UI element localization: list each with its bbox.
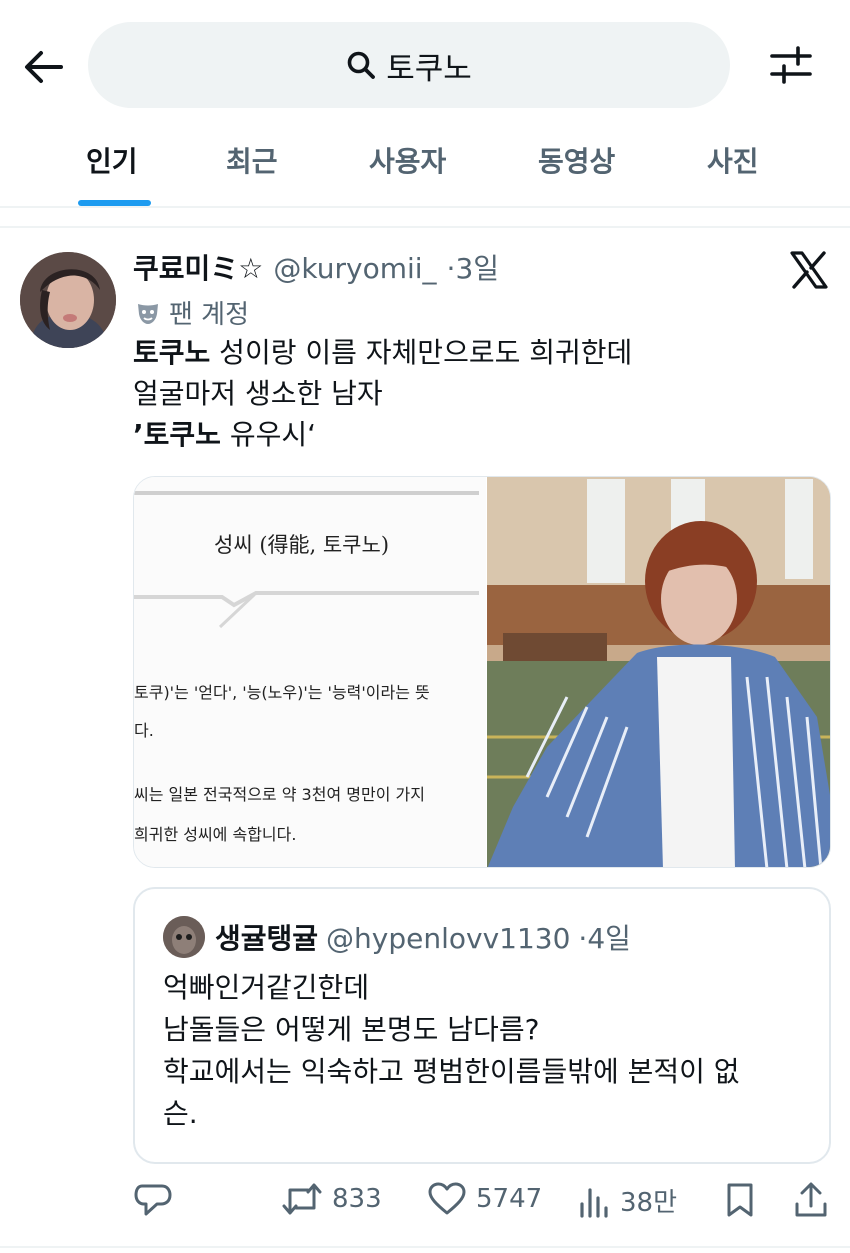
document-line: 희귀한 성씨에 속합니다.	[134, 825, 297, 844]
tab-popular[interactable]: 인기	[86, 140, 138, 180]
view-count: 38만	[620, 1188, 678, 1218]
back-button[interactable]	[20, 44, 66, 90]
badge-label: 팬 계정	[169, 300, 250, 330]
arrow-left-icon	[25, 51, 63, 83]
like-button[interactable]: 5747	[428, 1182, 542, 1216]
document-line: 다.	[134, 721, 154, 740]
quoted-text-line: 슨.	[163, 1097, 198, 1130]
tab-people[interactable]: 사용자	[369, 140, 446, 180]
search-input[interactable]: 토쿠노	[88, 22, 730, 108]
bookmark-button[interactable]	[724, 1182, 756, 1218]
bookmark-icon	[727, 1183, 753, 1217]
tweet-text-line: 성이랑 이름 자체만으로도 희귀한데	[210, 336, 633, 369]
active-tab-indicator	[78, 200, 151, 206]
tab-videos[interactable]: 동영상	[538, 140, 615, 180]
tweet-text-line: 유우시‘	[220, 418, 317, 451]
retweet-button[interactable]: 833	[282, 1182, 382, 1216]
quoted-time: ·4일	[578, 922, 631, 955]
quoted-display-name: 생귤탱귤	[215, 922, 319, 955]
tweet-actions: 833 5747 38만	[0, 1176, 850, 1232]
avatar[interactable]	[20, 252, 116, 348]
quoted-text-line: 억빠인거같긴한데	[163, 971, 370, 1004]
tweet-author: 쿠료미ミ☆ @kuryomii_ ·3일	[133, 247, 499, 287]
document-title: 성씨 (得能, 토쿠노)	[214, 533, 390, 557]
retweet-count: 833	[332, 1184, 382, 1214]
reply-icon	[134, 1184, 172, 1216]
bar-chart-icon	[580, 1187, 608, 1218]
highlighted-keyword: 토쿠노	[133, 336, 211, 369]
tweet-text: 토쿠노 성이랑 이름 자체만으로도 희귀한데 얼굴마저 생소한 남자 ’토쿠노 …	[133, 332, 823, 455]
user-handle[interactable]: @kuryomii_	[273, 252, 436, 285]
top-bar: 토쿠노	[0, 0, 850, 130]
share-button[interactable]	[794, 1182, 828, 1218]
tab-photos[interactable]: 사진	[707, 140, 759, 180]
document-line: 토쿠)'는 '얻다', '능(노우)'는 '능력'이라는 뜻	[134, 683, 430, 702]
search-query: 토쿠노	[386, 50, 472, 87]
sliders-icon	[770, 46, 812, 84]
divider	[0, 226, 850, 228]
heart-icon	[428, 1182, 466, 1215]
x-logo-icon	[790, 251, 828, 289]
highlighted-keyword: 토쿠노	[143, 418, 221, 451]
views-button[interactable]: 38만	[578, 1182, 677, 1219]
share-icon	[795, 1182, 827, 1217]
display-name[interactable]: 쿠료미ミ☆	[133, 247, 263, 287]
media-image-document[interactable]: 성씨 (得能, 토쿠노) 토쿠)'는 '얻다', '능(노우)'는 '능력'이라…	[134, 477, 486, 867]
tweet-text-line: 얼굴마저 생소한 남자	[133, 377, 383, 410]
tab-latest[interactable]: 최근	[226, 140, 278, 180]
tweet-media: 성씨 (得能, 토쿠노) 토쿠)'는 '얻다', '능(노우)'는 '능력'이라…	[133, 476, 831, 868]
highlighted-keyword: ’	[133, 418, 144, 451]
theater-mask-icon	[138, 303, 158, 324]
retweet-icon	[282, 1183, 322, 1215]
tweet-time[interactable]: ·3일	[447, 247, 499, 287]
quoted-text-line: 학교에서는 익숙하고 평범한이름들밖에 본적이 없	[163, 1055, 740, 1088]
fan-account-badge: 팬 계정	[135, 294, 249, 331]
search-icon	[347, 51, 376, 79]
quoted-text-line: 남돌들은 어떻게 본명도 남다름?	[163, 1013, 540, 1046]
quoted-avatar	[163, 916, 205, 958]
reply-button[interactable]	[134, 1182, 172, 1218]
quoted-author: 생귤탱귤 @hypenlovv1130 ·4일	[215, 917, 631, 957]
like-count: 5747	[476, 1184, 543, 1214]
media-image-photo[interactable]	[487, 477, 830, 867]
quoted-text: 억빠인거같긴한데 남돌들은 어떻게 본명도 남다름? 학교에서는 익숙하고 평범…	[163, 967, 813, 1135]
divider	[0, 1246, 850, 1248]
quoted-handle: @hypenlovv1130	[326, 922, 571, 955]
quoted-tweet[interactable]: 생귤탱귤 @hypenlovv1130 ·4일 억빠인거같긴한데 남돌들은 어떻…	[133, 887, 831, 1164]
search-filter-button[interactable]	[766, 42, 816, 88]
search-tabs: 인기 최근 사용자 동영상 사진	[0, 130, 850, 208]
document-line: 씨는 일본 전국적으로 약 3천여 명만이 가지	[134, 785, 425, 804]
